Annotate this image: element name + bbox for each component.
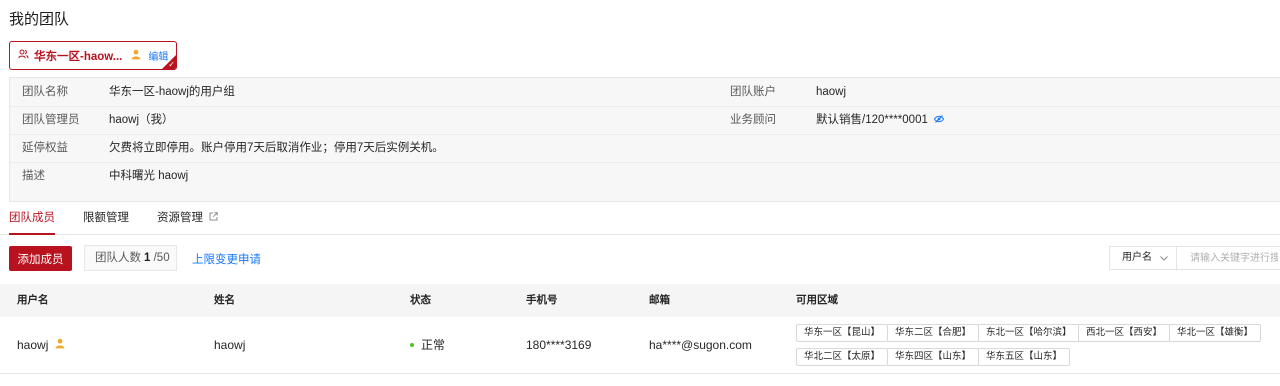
info-row: 团队管理员 haowj（我） 业务顾问 默认销售/120****0001	[10, 106, 1280, 135]
cell-username: haowj	[17, 317, 65, 375]
team-card[interactable]: 华东一区-haow... 编辑 ✓	[9, 41, 177, 70]
tab-resource-management-label: 资源管理	[157, 212, 203, 224]
user-icon	[131, 49, 141, 63]
cell-phone: 180****3169	[526, 338, 592, 352]
team-name-value: 华东一区-haowj的用户组	[109, 86, 235, 98]
grace-benefit-label: 延停权益	[22, 142, 68, 154]
region-tag: 华东五区【山东】	[978, 348, 1071, 366]
region-tag: 华北二区【太原】	[796, 348, 889, 366]
tab-team-members[interactable]: 团队成员	[9, 203, 55, 235]
column-header-username: 用户名	[17, 294, 49, 306]
cell-username-text: haowj	[17, 338, 49, 352]
region-tag: 东北一区【哈尔滨】	[978, 324, 1080, 342]
grace-benefit-value: 欠费将立即停用。账户停用7天后取消作业；停用7天后实例关机。	[109, 142, 444, 154]
info-row: 描述 中科曙光 haowj	[10, 162, 1280, 202]
page-title: 我的团队	[9, 11, 70, 28]
column-header-regions: 可用区域	[796, 294, 838, 306]
table-header: 用户名 姓名 状态 手机号 邮箱 可用区域	[0, 284, 1280, 317]
team-admin-value: haowj（我）	[109, 114, 174, 126]
status-dot	[410, 342, 414, 347]
tab-bar: 团队成员 限额管理 资源管理	[0, 203, 1280, 235]
search-field-select[interactable]: 用户名	[1109, 246, 1176, 270]
member-count-label: 团队人数	[95, 252, 141, 264]
column-header-status: 状态	[410, 294, 431, 306]
column-header-email: 邮箱	[649, 294, 670, 306]
business-advisor-label: 业务顾问	[730, 114, 776, 126]
search-field-value: 用户名	[1122, 252, 1152, 263]
cell-email: ha****@sugon.com	[649, 338, 752, 352]
limit-change-link[interactable]: 上限变更申请	[192, 251, 261, 267]
description-value: 中科曙光 haowj	[109, 170, 189, 182]
member-count-limit: /50	[153, 252, 170, 264]
add-member-button[interactable]: 添加成员	[9, 246, 72, 271]
tab-quota-management[interactable]: 限额管理	[83, 203, 129, 234]
column-header-phone: 手机号	[526, 294, 558, 306]
member-count-value: 1	[144, 252, 151, 264]
chevron-down-icon	[1160, 247, 1168, 269]
team-info-panel: 团队名称 华东一区-haowj的用户组 团队账户 haowj 团队管理员 hao…	[9, 77, 1280, 202]
info-row: 延停权益 欠费将立即停用。账户停用7天后取消作业；停用7天后实例关机。	[10, 134, 1280, 163]
info-row: 团队名称 华东一区-haowj的用户组 团队账户 haowj	[10, 78, 1280, 107]
user-icon	[52, 338, 65, 352]
team-account-label: 团队账户	[730, 86, 776, 98]
team-card-name: 华东一区-haow...	[34, 50, 123, 63]
description-label: 描述	[22, 170, 45, 182]
search-input[interactable]	[1176, 246, 1280, 270]
column-header-name: 姓名	[214, 294, 235, 306]
team-admin-label: 团队管理员	[22, 114, 80, 126]
region-tag: 西北一区【西安】	[1078, 324, 1171, 342]
team-account-value: haowj	[816, 86, 847, 98]
table-row: haowj haowj 正常 180****3169 ha****@sugon.…	[0, 317, 1280, 374]
region-tag: 华东四区【山东】	[887, 348, 980, 366]
check-icon: ✓	[168, 60, 175, 69]
member-count: 团队人数 1 /50	[84, 245, 177, 271]
eye-icon[interactable]	[931, 114, 945, 126]
region-tag: 华东二区【合肥】	[887, 324, 980, 342]
cell-status-text: 正常	[421, 338, 446, 352]
region-tag: 华北一区【雄衡】	[1169, 324, 1262, 342]
users-icon	[18, 49, 29, 62]
cell-status: 正常	[410, 317, 445, 373]
business-advisor-value: 默认销售/120****0001	[816, 114, 928, 126]
business-advisor-field: 默认销售/120****0001	[816, 106, 945, 134]
cell-name: haowj	[214, 338, 246, 352]
tab-resource-management[interactable]: 资源管理	[157, 203, 218, 234]
region-tag: 华东一区【昆山】	[796, 324, 889, 342]
team-name-label: 团队名称	[22, 86, 68, 98]
external-link-icon	[206, 212, 218, 223]
